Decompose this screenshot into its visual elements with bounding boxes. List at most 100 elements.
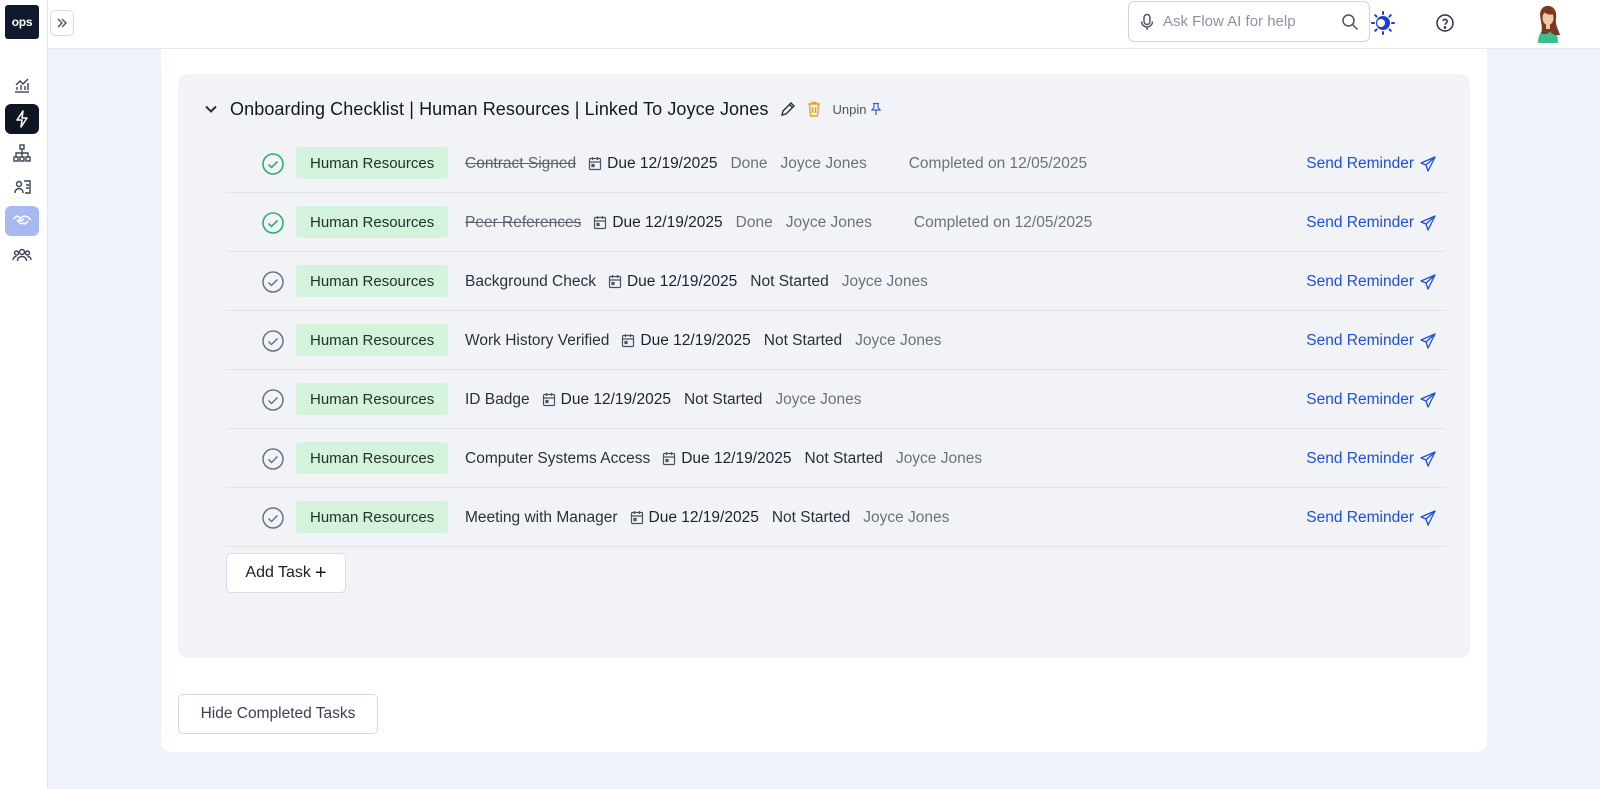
nav-org-chart[interactable] bbox=[5, 138, 39, 168]
pin-icon bbox=[871, 102, 882, 115]
task-row: Human Resources Peer References Due 12/1… bbox=[226, 193, 1446, 252]
expand-icon bbox=[57, 18, 67, 28]
send-reminder-button[interactable]: Send Reminder bbox=[1306, 311, 1436, 370]
task-due: Due 12/19/2025 bbox=[588, 155, 717, 173]
task-status: Done bbox=[735, 213, 773, 231]
nav-onboarding[interactable] bbox=[5, 206, 39, 236]
calendar-icon bbox=[630, 511, 643, 525]
task-tag: Human Resources bbox=[296, 383, 449, 415]
ai-search-bar[interactable]: Ask Flow AI for help bbox=[1128, 1, 1370, 42]
send-icon bbox=[1420, 391, 1436, 408]
task-completed-date: Completed on 12/05/2025 bbox=[908, 154, 1088, 172]
avatar-illustration bbox=[1538, 5, 1560, 43]
send-reminder-button[interactable]: Send Reminder bbox=[1306, 488, 1436, 547]
send-reminder-button[interactable]: Send Reminder bbox=[1306, 252, 1436, 311]
send-icon bbox=[1420, 273, 1436, 290]
task-row: Human Resources Background Check Due 12/… bbox=[226, 252, 1446, 311]
task-row: Human Resources Contract Signed Due 12/1… bbox=[226, 134, 1446, 193]
send-reminder-button[interactable]: Send Reminder bbox=[1306, 370, 1436, 429]
nav-workflows[interactable] bbox=[5, 104, 39, 134]
edit-button[interactable] bbox=[777, 98, 799, 120]
handshake-icon bbox=[12, 215, 32, 225]
user-avatar[interactable] bbox=[1528, 3, 1568, 43]
unpin-button[interactable]: Unpin bbox=[833, 102, 884, 117]
task-due: Due 12/19/2025 bbox=[608, 273, 737, 291]
send-icon bbox=[1420, 332, 1436, 349]
task-name[interactable]: Computer Systems Access bbox=[465, 450, 650, 468]
nav-directory[interactable] bbox=[5, 172, 39, 202]
task-status: Not Started bbox=[683, 390, 763, 408]
nav-analytics[interactable] bbox=[5, 70, 39, 100]
top-bar: Ask Flow AI for help bbox=[48, 0, 1600, 49]
chevron-down-icon bbox=[205, 105, 217, 113]
task-assignee: Joyce Jones bbox=[863, 508, 950, 526]
task-name[interactable]: ID Badge bbox=[465, 391, 530, 409]
send-icon bbox=[1420, 450, 1436, 467]
task-tag: Human Resources bbox=[296, 324, 449, 356]
task-name[interactable]: Work History Verified bbox=[465, 332, 609, 350]
task-tag: Human Resources bbox=[296, 147, 449, 179]
task-name[interactable]: Background Check bbox=[465, 273, 596, 291]
checklist-title: Onboarding Checklist | Human Resources |… bbox=[230, 98, 769, 119]
calendar-icon bbox=[594, 216, 607, 230]
task-row: Human Resources Computer Systems Access … bbox=[226, 429, 1446, 488]
task-assignee: Joyce Jones bbox=[855, 331, 942, 349]
checklist-header: Onboarding Checklist | Human Resources |… bbox=[200, 96, 883, 122]
check-circle-icon[interactable] bbox=[261, 329, 285, 353]
task-tag: Human Resources bbox=[296, 265, 449, 297]
task-tag: Human Resources bbox=[296, 501, 449, 533]
task-due: Due 12/19/2025 bbox=[542, 391, 671, 409]
check-circle-icon[interactable] bbox=[261, 270, 285, 294]
task-assignee: Joyce Jones bbox=[780, 154, 867, 172]
send-icon bbox=[1420, 214, 1436, 231]
send-reminder-button[interactable]: Send Reminder bbox=[1306, 193, 1436, 252]
unpin-label: Unpin bbox=[832, 101, 867, 117]
expand-sidebar-button[interactable] bbox=[50, 10, 74, 36]
check-circle-icon[interactable] bbox=[261, 211, 285, 235]
nav-teams[interactable] bbox=[5, 240, 39, 270]
task-assignee: Joyce Jones bbox=[775, 390, 862, 408]
send-reminder-button[interactable]: Send Reminder bbox=[1306, 134, 1436, 193]
task-assignee: Joyce Jones bbox=[895, 449, 983, 467]
task-due: Due 12/19/2025 bbox=[630, 509, 759, 527]
team-icon bbox=[12, 248, 32, 262]
task-row: Human Resources Work History Verified Du… bbox=[226, 311, 1446, 370]
check-circle-icon[interactable] bbox=[261, 506, 285, 530]
check-circle-icon[interactable] bbox=[261, 447, 285, 471]
task-status: Not Started bbox=[804, 449, 883, 467]
task-status: Not Started bbox=[763, 331, 843, 349]
check-circle-icon[interactable] bbox=[261, 152, 285, 176]
app-logo[interactable]: ops bbox=[5, 5, 39, 39]
plus-icon: + bbox=[314, 562, 327, 584]
id-card-icon bbox=[14, 180, 31, 194]
task-status: Not Started bbox=[750, 272, 829, 290]
help-icon bbox=[1436, 14, 1454, 32]
task-tag: Human Resources bbox=[296, 206, 449, 238]
search-input[interactable]: Ask Flow AI for help bbox=[1163, 13, 1341, 30]
task-completed-date: Completed on 12/05/2025 bbox=[913, 213, 1093, 231]
send-icon bbox=[1420, 509, 1436, 526]
help-button[interactable] bbox=[1430, 8, 1460, 38]
task-row: Human Resources Meeting with Manager Due… bbox=[226, 488, 1446, 547]
check-circle-icon[interactable] bbox=[261, 388, 285, 412]
send-reminder-button[interactable]: Send Reminder bbox=[1306, 429, 1436, 488]
collapse-button[interactable] bbox=[200, 98, 222, 120]
calendar-icon bbox=[589, 157, 602, 171]
task-tag: Human Resources bbox=[296, 442, 449, 474]
task-due: Due 12/19/2025 bbox=[593, 214, 723, 232]
calendar-icon bbox=[622, 334, 635, 348]
search-icon[interactable] bbox=[1341, 13, 1359, 31]
lightning-icon bbox=[16, 110, 28, 128]
task-name[interactable]: Peer References bbox=[465, 214, 581, 232]
org-chart-icon bbox=[13, 144, 31, 162]
task-row: Human Resources ID Badge Due 12/19/2025 … bbox=[226, 370, 1446, 429]
flow-ai-button[interactable] bbox=[1368, 8, 1398, 38]
task-name[interactable]: Contract Signed bbox=[465, 155, 576, 173]
send-icon bbox=[1420, 155, 1436, 172]
task-name[interactable]: Meeting with Manager bbox=[465, 509, 618, 527]
add-task-button[interactable]: Add Task + bbox=[226, 553, 346, 593]
hide-completed-tasks-button[interactable]: Hide Completed Tasks bbox=[178, 694, 378, 734]
delete-button[interactable] bbox=[803, 98, 825, 120]
trash-icon bbox=[807, 101, 820, 117]
microphone-icon[interactable] bbox=[1139, 13, 1155, 31]
